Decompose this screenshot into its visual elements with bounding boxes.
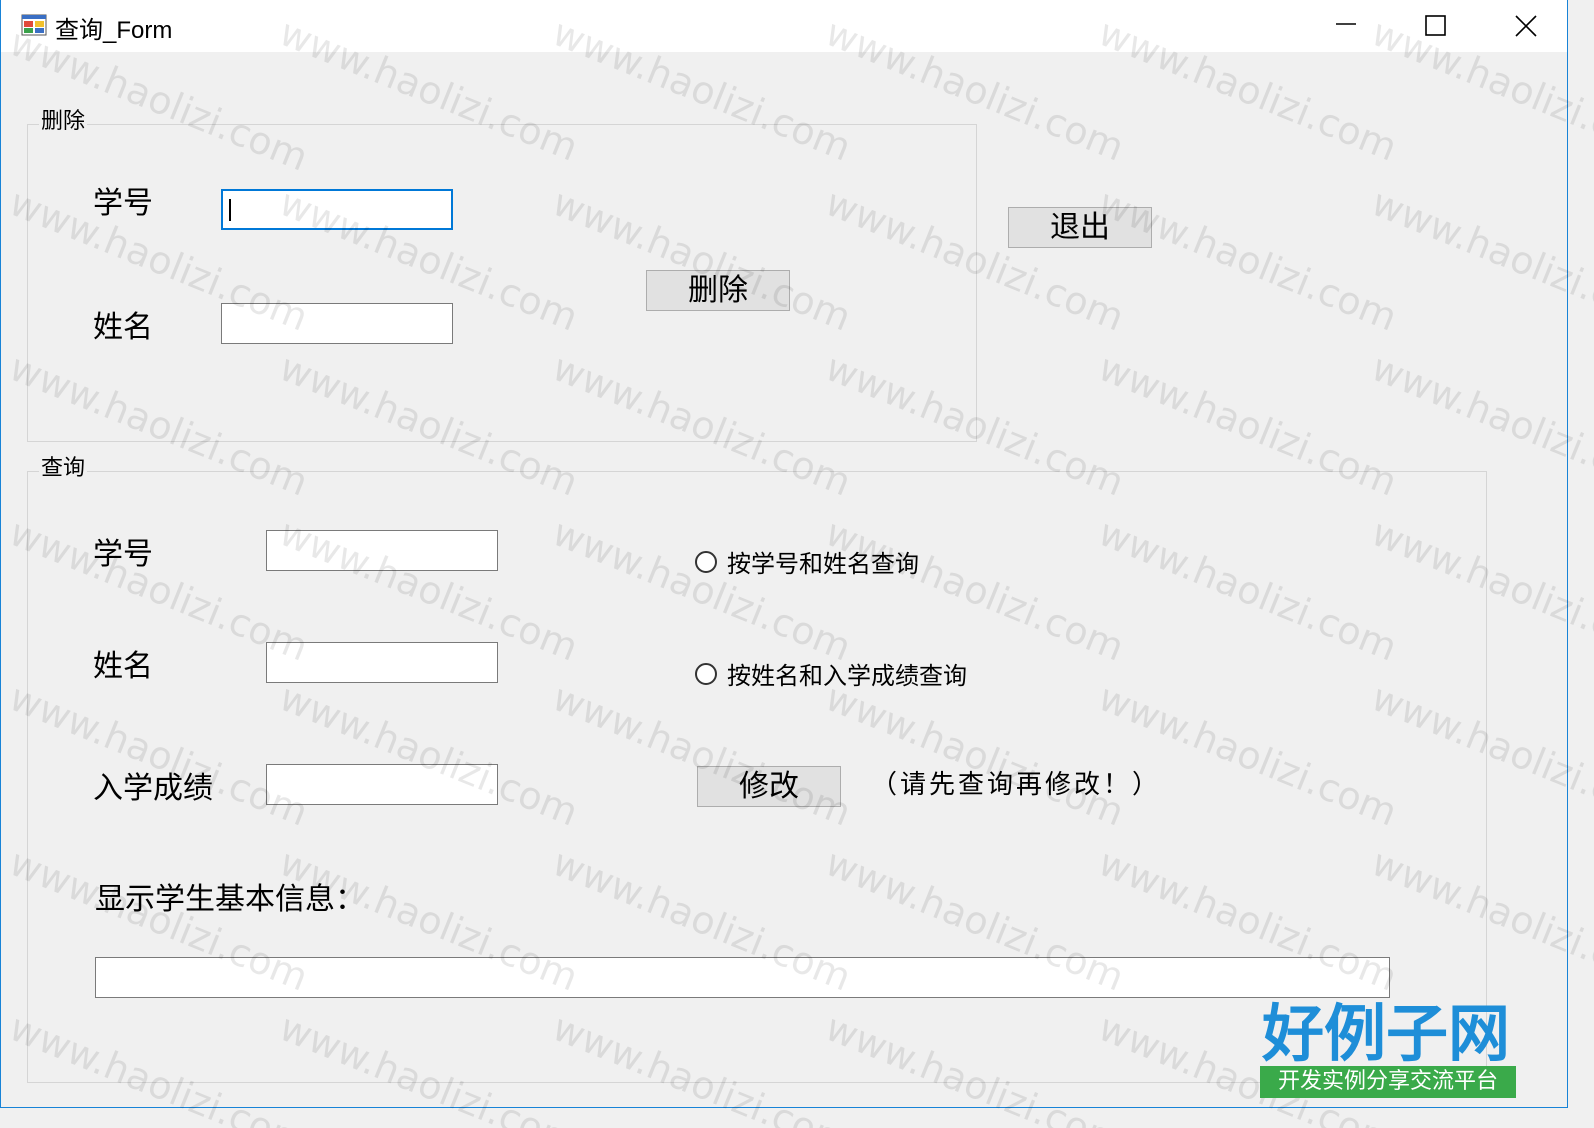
main-window: 查询_Form 删除 学号 姓名 删除 退出 查询 学号 姓名 入学成绩 按学号… [0,0,1568,1108]
site-logo: 好例子网 开发实例分享交流平台 [1256,1000,1516,1104]
query-student-id-input[interactable] [266,530,498,571]
logo-sub-text: 开发实例分享交流平台 [1260,1066,1516,1098]
delete-student-id-input[interactable] [221,189,453,230]
text-caret [229,199,231,221]
query-score-label: 入学成绩 [93,771,213,806]
app-form-icon [21,14,47,36]
exit-button[interactable]: 退出 [1008,207,1152,248]
modify-hint: （请先查询再修改！） [871,770,1162,800]
minimize-button[interactable] [1301,0,1391,52]
radio-circle-icon [695,550,717,573]
maximize-button[interactable] [1391,0,1481,52]
student-info-display[interactable] [95,957,1390,998]
radio-query-by-name-score-label: 按姓名和入学成绩查询 [727,662,967,690]
close-button[interactable] [1481,0,1571,52]
minimize-icon [1336,23,1356,25]
query-student-id-label: 学号 [93,537,153,572]
title-bar: 查询_Form [1,0,1567,52]
query-name-label: 姓名 [93,649,153,684]
info-label: 显示学生基本信息： [95,882,365,917]
radio-query-by-id-name[interactable]: 按学号和姓名查询 [695,544,919,579]
query-score-input[interactable] [266,764,498,805]
delete-name-input[interactable] [221,303,453,344]
close-icon [1515,15,1537,37]
delete-groupbox [27,124,977,442]
query-name-input[interactable] [266,642,498,683]
delete-button[interactable]: 删除 [646,270,790,311]
logo-main-text: 好例子网 [1261,997,1510,1070]
delete-name-label: 姓名 [93,310,153,345]
query-group-title: 查询 [39,455,88,483]
radio-query-by-name-score[interactable]: 按姓名和入学成绩查询 [695,656,967,691]
radio-query-by-id-name-label: 按学号和姓名查询 [727,550,919,578]
radio-circle-icon [695,662,717,685]
delete-student-id-label: 学号 [93,186,153,221]
delete-group-title: 删除 [39,108,88,136]
window-title: 查询_Form [55,17,173,44]
maximize-icon [1425,15,1446,36]
modify-button[interactable]: 修改 [697,766,841,807]
